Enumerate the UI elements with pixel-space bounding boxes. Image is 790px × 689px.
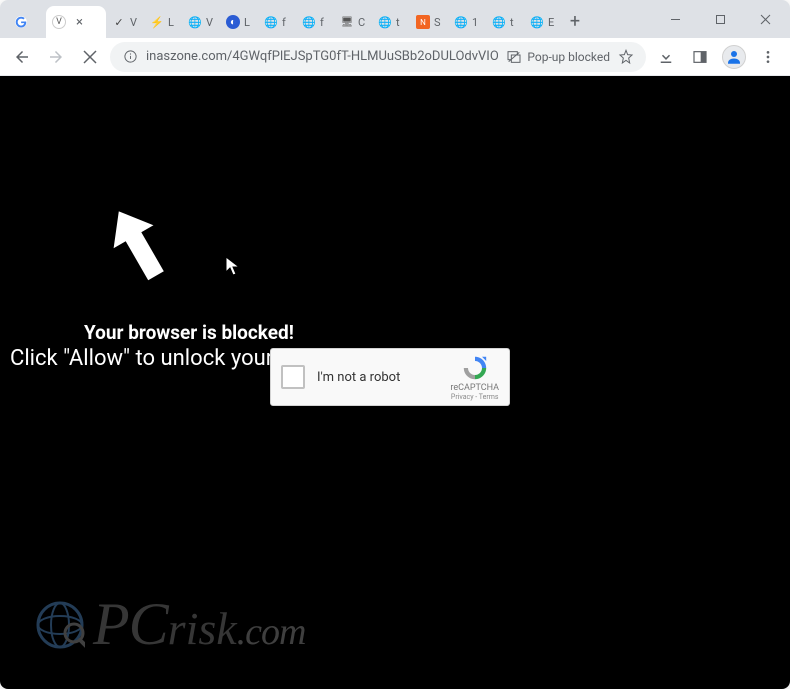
tab-title: 1: [472, 16, 478, 29]
watermark-pc: PC: [93, 590, 168, 659]
globe-icon: 🌐: [302, 15, 316, 29]
tab-title: t: [510, 16, 514, 29]
recaptcha-brand: reCAPTCHA: [450, 383, 499, 393]
url-text: inaszone.com/4GWqfPlEJSpTG0fT-HLMUuSBb2o…: [146, 49, 498, 64]
watermark: PCrisk.com: [35, 590, 305, 659]
toolbar: inaszone.com/4GWqfPlEJSpTG0fT-HLMUuSBb2o…: [0, 38, 790, 76]
back-button[interactable]: [8, 43, 36, 71]
browser-window: V × ✓ V ⚡ L 🌐 V ◐ L 🌐 f: [0, 0, 790, 689]
bolt-icon: ⚡: [150, 15, 164, 29]
tab-title: V: [130, 16, 137, 29]
tab-title: S: [434, 16, 441, 29]
new-tab-button[interactable]: +: [562, 8, 588, 34]
profile-button[interactable]: [720, 43, 748, 71]
tab-13[interactable]: 🌐 E: [524, 6, 562, 38]
page-icon: V: [52, 15, 66, 29]
downloads-button[interactable]: [652, 43, 680, 71]
tab-title: f: [282, 16, 286, 29]
watermark-com: .com: [237, 610, 306, 654]
recaptcha-label: I'm not a robot: [317, 370, 450, 385]
tab-9[interactable]: 🌐 t: [372, 6, 410, 38]
arrow-graphic: [95, 196, 185, 305]
tab-title: L: [168, 16, 174, 29]
tab-5[interactable]: ◐ L: [220, 6, 258, 38]
tab-title: C: [358, 16, 365, 29]
side-panel-button[interactable]: [686, 43, 714, 71]
recaptcha-icon: [461, 354, 489, 382]
popup-blocked-icon: [506, 49, 522, 65]
tab-4[interactable]: 🌐 V: [182, 6, 220, 38]
close-icon[interactable]: ×: [76, 15, 83, 30]
ns-icon: N: [416, 15, 430, 29]
globe-icon: 🌐: [264, 15, 278, 29]
tab-title: L: [244, 16, 250, 29]
recaptcha-checkbox[interactable]: [281, 365, 305, 389]
tab-8[interactable]: 🖥 C: [334, 6, 372, 38]
close-button[interactable]: [743, 4, 788, 34]
bookmark-icon[interactable]: [618, 49, 634, 65]
page-content: Your browser is blocked! Click "Allow" t…: [0, 76, 790, 689]
watermark-text: PCrisk.com: [93, 590, 305, 659]
tab-6[interactable]: 🌐 f: [258, 6, 296, 38]
minimize-button[interactable]: [653, 4, 698, 34]
tab-10[interactable]: N S: [410, 6, 448, 38]
tab-title: t: [396, 16, 400, 29]
heading-text: Your browser is blocked!: [84, 321, 294, 344]
maximize-button[interactable]: [698, 4, 743, 34]
tab-7[interactable]: 🌐 f: [296, 6, 334, 38]
globe-icon: 🌐: [188, 15, 202, 29]
titlebar: V × ✓ V ⚡ L 🌐 V ◐ L 🌐 f: [0, 0, 790, 38]
site-info-icon[interactable]: [122, 49, 138, 65]
recaptcha-badge: reCAPTCHA Privacy - Terms: [450, 354, 499, 401]
mouse-cursor-icon: [225, 256, 241, 282]
window-controls: [653, 0, 790, 38]
globe-icon: 🌐: [378, 15, 392, 29]
tab-title: V: [206, 16, 213, 29]
menu-button[interactable]: [754, 43, 782, 71]
monitor-icon: 🖥: [340, 15, 354, 29]
popup-blocked-label: Pop-up blocked: [527, 50, 610, 64]
forward-button[interactable]: [42, 43, 70, 71]
tab-11[interactable]: 🌐 1: [448, 6, 486, 38]
watermark-globe-icon: [35, 600, 85, 650]
recaptcha-widget: I'm not a robot reCAPTCHA Privacy - Term…: [270, 348, 510, 406]
stop-button[interactable]: [76, 43, 104, 71]
avatar-icon: [722, 45, 746, 69]
tab-title: f: [320, 16, 324, 29]
globe-icon: 🌐: [454, 15, 468, 29]
tab-12[interactable]: 🌐 t: [486, 6, 524, 38]
address-bar[interactable]: inaszone.com/4GWqfPlEJSpTG0fT-HLMUuSBb2o…: [110, 42, 646, 72]
watermark-risk: risk: [168, 602, 237, 655]
tab-2[interactable]: ✓ V: [106, 6, 144, 38]
tab-3[interactable]: ⚡ L: [144, 6, 182, 38]
tab-0[interactable]: [8, 6, 46, 38]
tab-strip: V × ✓ V ⚡ L 🌐 V ◐ L 🌐 f: [0, 0, 653, 38]
tab-1-active[interactable]: V ×: [46, 6, 106, 38]
globe-icon: 🌐: [492, 15, 506, 29]
popup-blocked-indicator[interactable]: Pop-up blocked: [506, 49, 610, 65]
globe-icon: 🌐: [530, 15, 544, 29]
dot-icon: ◐: [226, 15, 240, 29]
tab-title: E: [548, 16, 554, 29]
recaptcha-links[interactable]: Privacy - Terms: [451, 393, 499, 401]
check-icon: ✓: [112, 15, 126, 29]
google-icon: [14, 15, 28, 29]
